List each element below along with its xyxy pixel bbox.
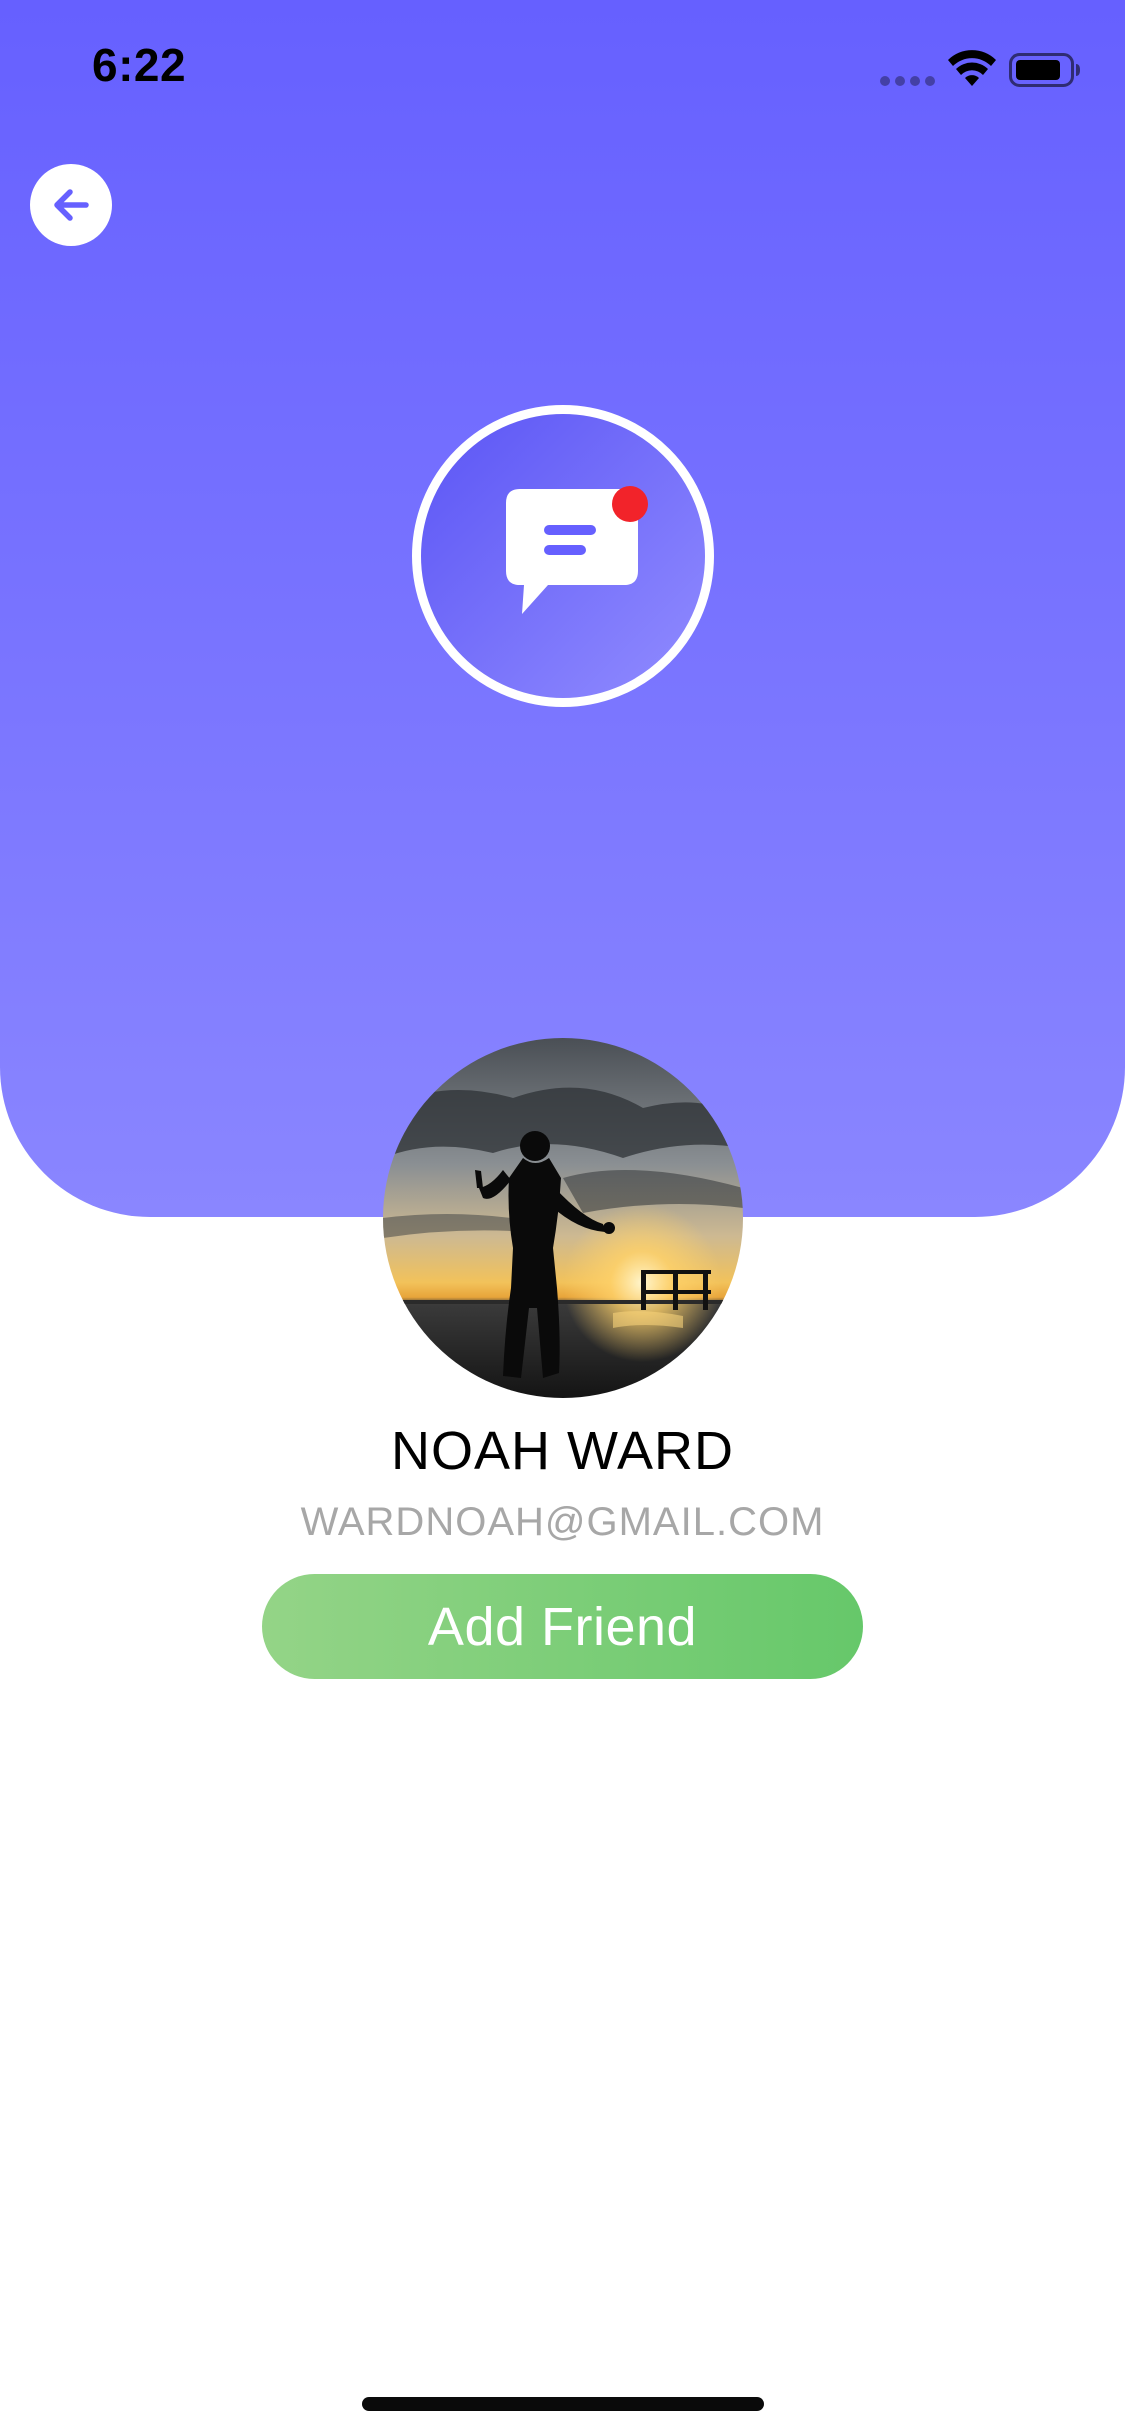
wifi-icon — [948, 50, 996, 86]
user-email: WARDNOAH@GMAIL.COM — [300, 1500, 825, 1544]
status-time: 6:22 — [92, 39, 187, 91]
home-indicator[interactable] — [362, 2397, 764, 2411]
messages-badge[interactable] — [412, 405, 714, 707]
battery-icon — [1009, 53, 1080, 87]
profile-photo — [383, 1038, 743, 1398]
signal-icon — [880, 76, 936, 86]
arrow-left-icon — [54, 189, 89, 221]
status-bar: 6:22 — [0, 0, 1125, 140]
back-button[interactable] — [30, 164, 112, 246]
notification-dot — [612, 486, 648, 522]
avatar — [383, 1038, 743, 1398]
add-friend-button[interactable]: Add Friend — [262, 1574, 863, 1679]
user-name: NOAH WARD — [391, 1421, 734, 1481]
